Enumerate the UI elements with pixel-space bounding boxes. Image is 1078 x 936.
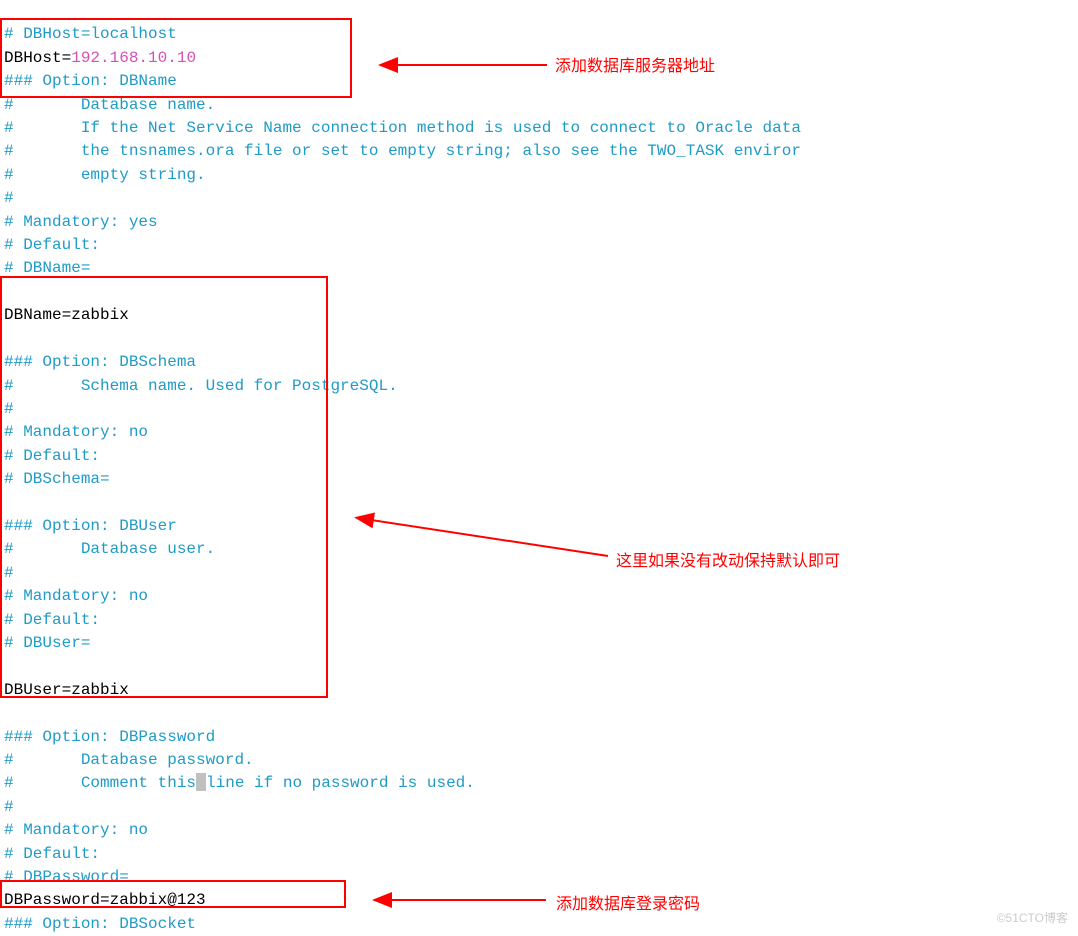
code-line: # Default: [4,845,100,863]
annotation-password: 添加数据库登录密码 [556,893,700,916]
dbuser-line: DBUser=zabbix [4,681,129,699]
code-line: ### Option: DBUser [4,517,177,535]
annotation-default: 这里如果没有改动保持默认即可 [616,550,840,573]
code-line: # empty string. [4,166,206,184]
annotation-dbhost: 添加数据库服务器地址 [555,55,715,78]
code-line: # DBSchema= [4,470,110,488]
dbname-line: DBName=zabbix [4,306,129,324]
code-line: ### Option: DBSocket [4,915,196,933]
code-line: # [4,189,14,207]
code-line: # Mandatory: yes [4,213,158,231]
code-line: # Default: [4,236,100,254]
code-line: # Database name. [4,96,215,114]
code-line: # Default: [4,611,100,629]
dbhost-value: 192.168.10.10 [71,49,196,67]
code-line: # Comment this [4,774,196,792]
code-line: # Default: [4,447,100,465]
code-line: # DBHost=localhost [4,25,177,43]
code-line: # Database user. [4,540,215,558]
code-line: # DBName= [4,259,90,277]
code-line: # Schema name. Used for PostgreSQL. [4,377,398,395]
code-line: ### Option: DBSchema [4,353,196,371]
dbhost-key: DBHost= [4,49,71,67]
code-line: # DBUser= [4,634,90,652]
code-line: # [4,564,14,582]
watermark-text: ©51CTO博客 [997,907,1068,930]
code-line: # DBPassword= [4,868,129,886]
config-file-content: # DBHost=localhost DBHost=192.168.10.10 … [0,0,1078,936]
code-line: # [4,798,14,816]
code-line: # If the Net Service Name connection met… [4,119,801,137]
code-line: # the tnsnames.ora file or set to empty … [4,142,801,160]
code-line: # Database password. [4,751,254,769]
code-line: # Mandatory: no [4,587,148,605]
code-line: ### Option: DBName [4,72,177,90]
code-line: # Mandatory: no [4,423,148,441]
code-line: # [4,400,14,418]
code-line: # Mandatory: no [4,821,148,839]
code-line: ### Option: DBPassword [4,728,215,746]
dbpassword-line: DBPassword=zabbix@123 [4,891,206,909]
code-line: line if no password is used. [206,774,475,792]
cursor-icon [196,773,206,791]
